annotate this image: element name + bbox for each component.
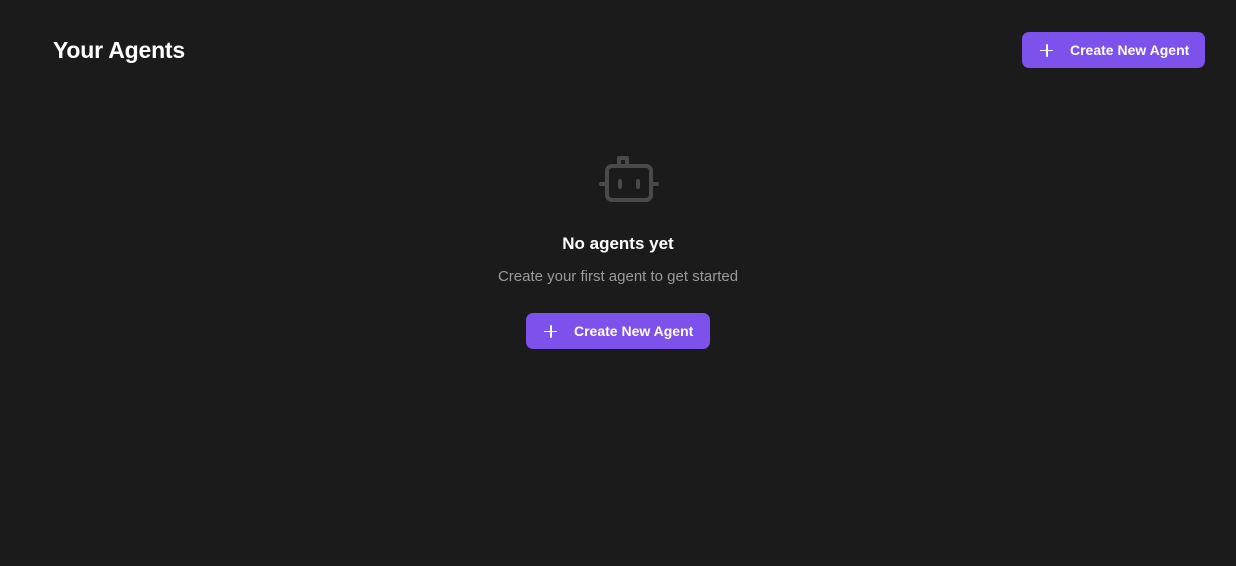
create-agent-button-empty-state[interactable]: Create New Agent: [526, 313, 710, 349]
robot-icon: [599, 156, 659, 202]
page-title: Your Agents: [53, 37, 185, 63]
empty-state-title: No agents yet: [562, 234, 674, 253]
create-agent-button-label: Create New Agent: [1070, 42, 1190, 58]
empty-state: No agents yet Create your first agent to…: [0, 154, 1236, 349]
plus-icon: [544, 324, 557, 338]
plus-icon: [1040, 43, 1053, 57]
create-agent-button-header[interactable]: Create New Agent: [1022, 32, 1205, 68]
create-agent-button-label: Create New Agent: [574, 323, 694, 339]
agents-page: Your Agents Create New Agent No agents y…: [0, 0, 1236, 566]
empty-state-subtitle: Create your first agent to get started: [497, 268, 739, 285]
